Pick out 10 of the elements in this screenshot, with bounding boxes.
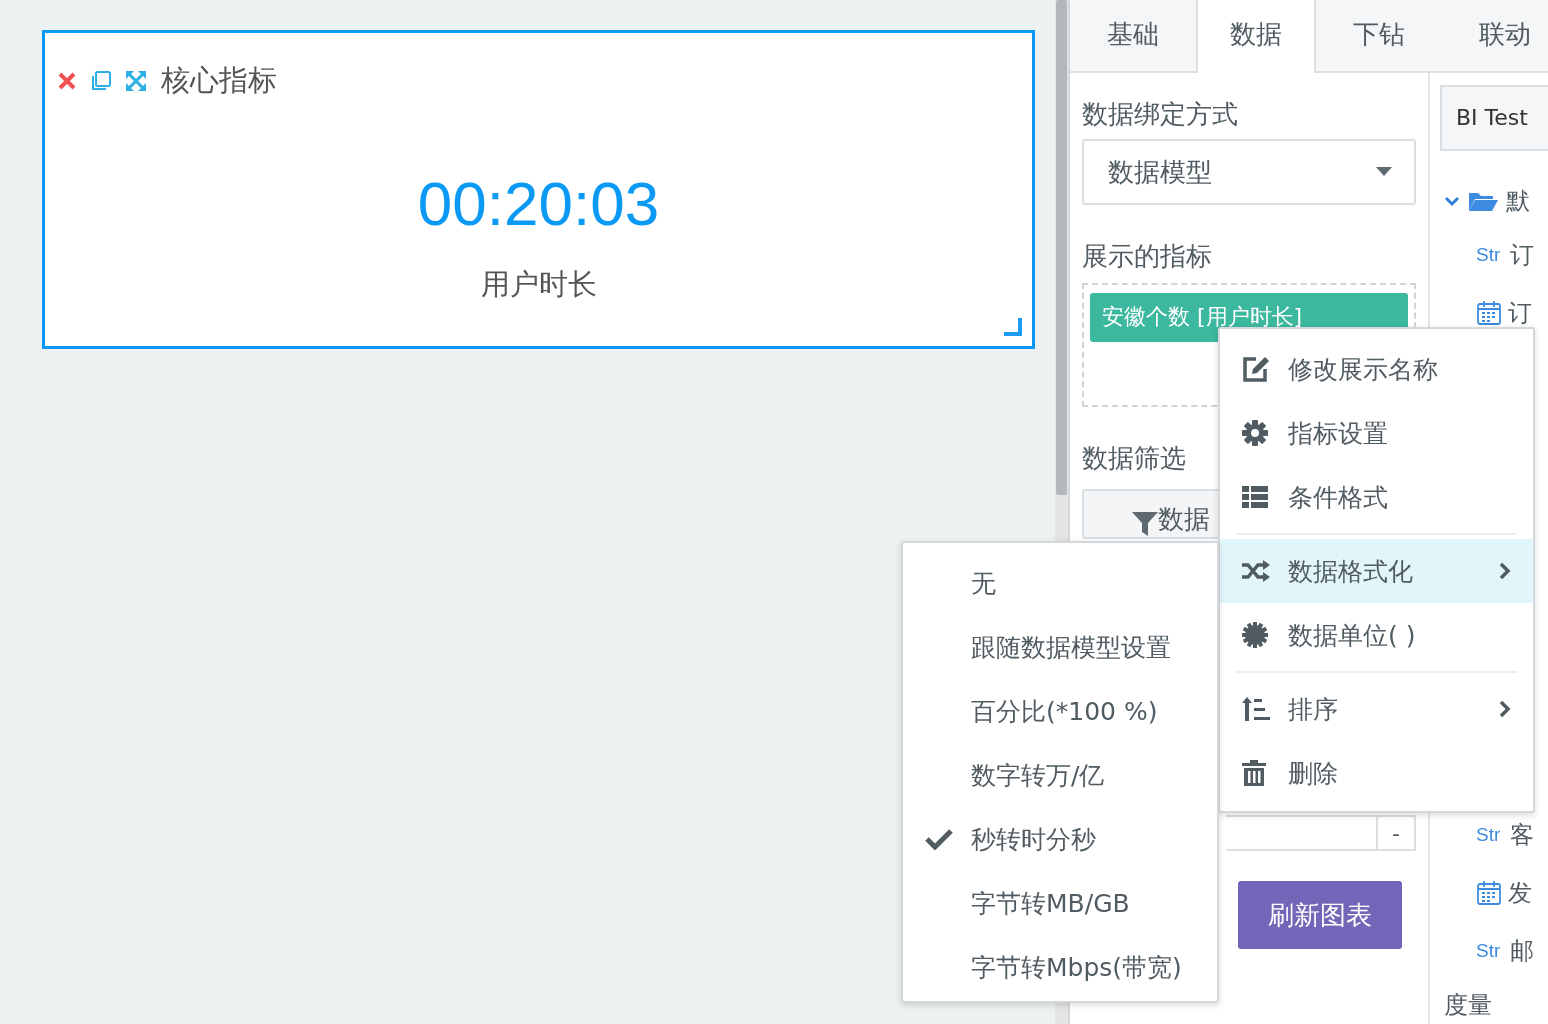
string-type-label: Str: [1476, 824, 1502, 846]
section-label: 展示的指标: [1082, 240, 1213, 273]
widget-title: 核心指标: [161, 62, 277, 99]
string-type-label: Str: [1476, 244, 1502, 266]
section-label: 数据筛选: [1082, 442, 1187, 475]
metric-label: 用户时长: [480, 266, 597, 303]
section-label: 数据绑定方式: [1082, 98, 1239, 131]
metric-value: 00:20:03: [417, 173, 660, 235]
string-type-label: Str: [1476, 940, 1502, 962]
section-label: 度量: [1444, 990, 1492, 1021]
